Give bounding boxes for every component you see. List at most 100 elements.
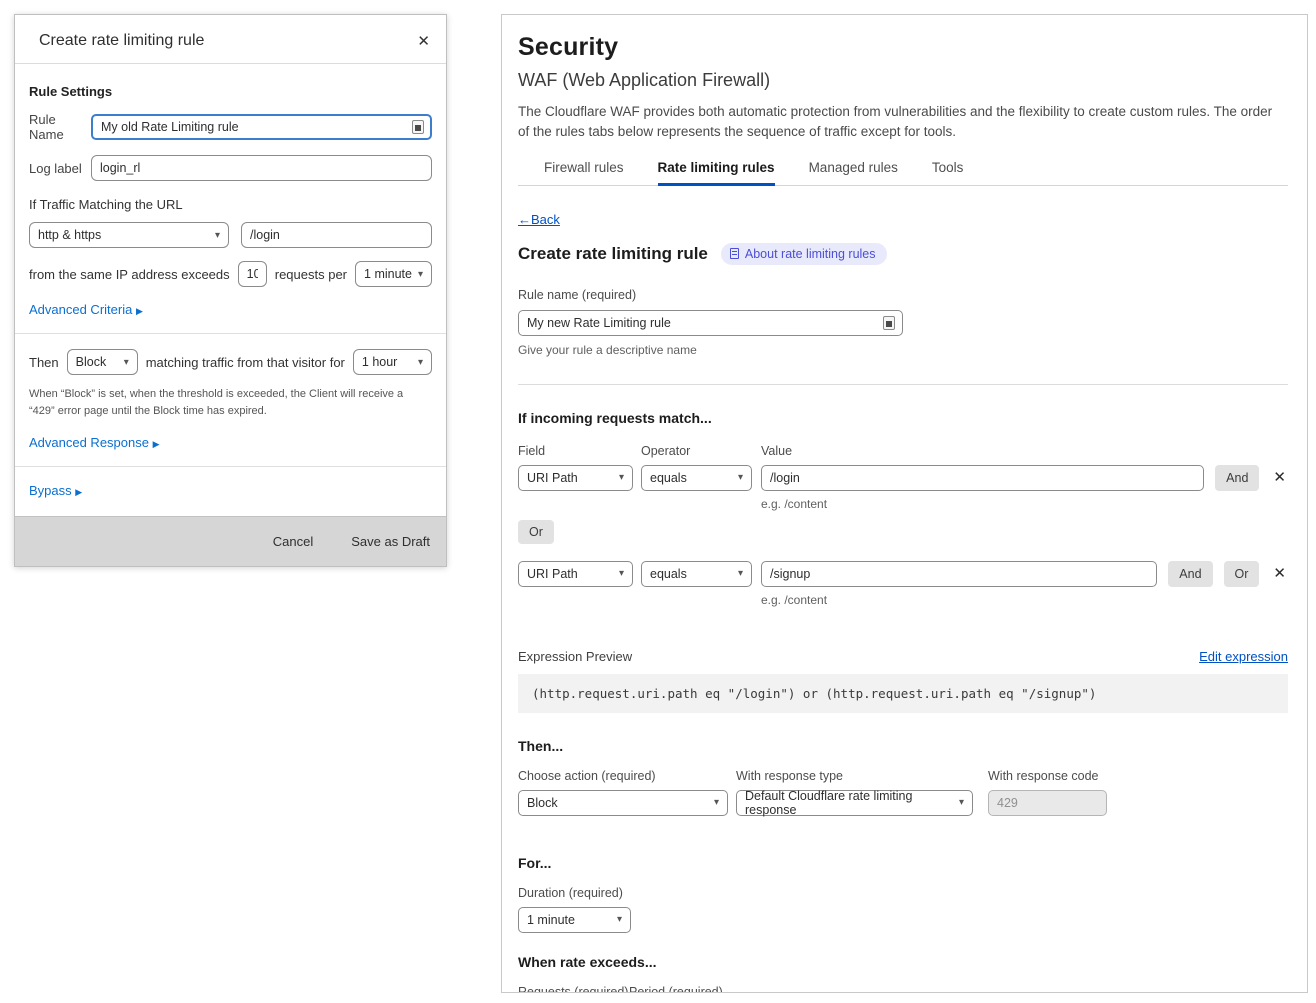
value-input[interactable]: [761, 465, 1204, 491]
password-manager-icon[interactable]: [883, 316, 895, 330]
rule-name-label: Rule Name: [29, 112, 91, 142]
action-select[interactable]: Block ▾: [67, 349, 138, 375]
arrow-left-icon: ←: [518, 212, 531, 227]
triangle-right-icon: ▶: [75, 487, 82, 497]
then-heading: Then...: [518, 738, 1288, 754]
chevron-down-icon: ▾: [738, 568, 743, 579]
response-code-label: With response code: [988, 769, 1098, 783]
value-hint: e.g. /content: [761, 497, 1204, 511]
requests-label: Requests (required): [518, 985, 629, 994]
chevron-down-icon: ▾: [418, 269, 423, 280]
rule-name-row: Rule Name: [29, 112, 432, 142]
period-label: Period (required): [629, 985, 723, 994]
chevron-down-icon: ▾: [215, 230, 220, 241]
password-manager-icon[interactable]: [412, 120, 424, 134]
waf-tabs: Firewall rules Rate limiting rules Manag…: [518, 160, 1288, 186]
remove-condition-icon[interactable]: ✕: [1271, 465, 1288, 491]
save-as-draft-button[interactable]: Save as Draft: [351, 534, 430, 549]
threshold-prefix-label: from the same IP address exceeds: [29, 267, 230, 282]
tab-tools[interactable]: Tools: [932, 160, 964, 185]
operator-select[interactable]: equals ▾: [641, 561, 752, 587]
duration-label: Duration (required): [518, 886, 1288, 900]
chevron-down-icon: ▾: [714, 797, 719, 808]
triangle-right-icon: ▶: [136, 306, 143, 316]
choose-action-label: Choose action (required): [518, 769, 736, 783]
and-button[interactable]: And: [1168, 561, 1212, 587]
security-waf-panel: Security WAF (Web Application Firewall) …: [501, 14, 1308, 993]
value-label: Value: [761, 444, 792, 458]
divider: [15, 333, 446, 334]
chevron-down-icon: ▾: [124, 357, 129, 368]
operator-label: Operator: [641, 444, 761, 458]
rule-name-input[interactable]: [91, 114, 432, 140]
and-button[interactable]: And: [1215, 465, 1259, 491]
value-hint: e.g. /content: [761, 593, 1157, 607]
advanced-response-link[interactable]: Advanced Response ▶: [29, 435, 432, 450]
then-label: Then: [29, 355, 59, 370]
expression-preview-code: (http.request.uri.path eq "/login") or (…: [518, 674, 1288, 713]
modal-header: Create rate limiting rule ✕: [15, 15, 446, 64]
tab-firewall-rules[interactable]: Firewall rules: [544, 160, 624, 185]
response-type-select[interactable]: Default Cloudflare rate limiting respons…: [736, 790, 973, 816]
block-note: When “Block” is set, when the threshold …: [29, 386, 432, 420]
log-label-row: Log label: [29, 155, 432, 181]
traffic-matching-label: If Traffic Matching the URL: [29, 197, 432, 212]
chevron-down-icon: ▾: [418, 357, 423, 368]
expression-preview-label: Expression Preview: [518, 649, 632, 664]
log-label-input[interactable]: [91, 155, 432, 181]
response-code-input: [988, 790, 1107, 816]
rule-name-input[interactable]: [518, 310, 903, 336]
about-rate-limiting-badge[interactable]: About rate limiting rules: [721, 243, 887, 265]
modal-footer: Cancel Save as Draft: [15, 516, 446, 566]
value-input[interactable]: [761, 561, 1157, 587]
for-heading: For...: [518, 855, 1288, 871]
rule-settings-heading: Rule Settings: [29, 84, 432, 99]
chevron-down-icon: ▾: [959, 797, 964, 808]
cancel-button[interactable]: Cancel: [273, 534, 313, 549]
action-select[interactable]: Block ▾: [518, 790, 728, 816]
bypass-link[interactable]: Bypass ▶: [29, 483, 432, 498]
condition-row: URI Path ▾ equals ▾ e.g. /content And ✕: [518, 465, 1288, 511]
tab-managed-rules[interactable]: Managed rules: [809, 160, 898, 185]
document-icon: [730, 248, 739, 259]
chevron-down-icon: ▾: [617, 914, 622, 925]
match-heading: If incoming requests match...: [518, 410, 1288, 426]
triangle-right-icon: ▶: [153, 439, 160, 449]
duration-select[interactable]: 1 minute ▾: [518, 907, 631, 933]
divider: [518, 384, 1288, 385]
form-title: Create rate limiting rule: [518, 244, 708, 264]
edit-expression-link[interactable]: Edit expression: [1199, 649, 1288, 664]
or-button[interactable]: Or: [1224, 561, 1260, 587]
block-duration-select[interactable]: 1 hour ▾: [353, 349, 432, 375]
tab-rate-limiting-rules[interactable]: Rate limiting rules: [658, 160, 775, 186]
then-middle-label: matching traffic from that visitor for: [146, 355, 345, 370]
page-description: The Cloudflare WAF provides both automat…: [518, 102, 1286, 143]
operator-select[interactable]: equals ▾: [641, 465, 752, 491]
response-type-label: With response type: [736, 769, 988, 783]
condition-row: URI Path ▾ equals ▾ e.g. /content And Or…: [518, 561, 1288, 607]
legacy-rate-limit-modal: Create rate limiting rule ✕ Rule Setting…: [14, 14, 447, 567]
field-label: Field: [518, 444, 641, 458]
log-label-label: Log label: [29, 161, 91, 176]
rate-heading: When rate exceeds...: [518, 954, 1288, 970]
page-title: Security: [518, 33, 1288, 62]
field-select[interactable]: URI Path ▾: [518, 561, 633, 587]
divider: [15, 466, 446, 467]
chevron-down-icon: ▾: [738, 472, 743, 483]
url-input[interactable]: [241, 222, 432, 248]
period-select[interactable]: 1 minute ▾: [355, 261, 432, 287]
rule-name-label: Rule name (required): [518, 288, 1288, 302]
threshold-input[interactable]: [238, 261, 267, 287]
or-button[interactable]: Or: [518, 520, 554, 544]
field-select[interactable]: URI Path ▾: [518, 465, 633, 491]
scheme-select[interactable]: http & https ▾: [29, 222, 229, 248]
chevron-down-icon: ▾: [619, 472, 624, 483]
back-link[interactable]: ←Back: [518, 212, 560, 227]
threshold-suffix-label: requests per: [275, 267, 347, 282]
modal-title: Create rate limiting rule: [39, 32, 204, 50]
page-subtitle: WAF (Web Application Firewall): [518, 70, 1288, 91]
close-icon[interactable]: ✕: [415, 32, 432, 50]
rule-name-hint: Give your rule a descriptive name: [518, 343, 1288, 357]
advanced-criteria-link[interactable]: Advanced Criteria ▶: [29, 302, 432, 317]
remove-condition-icon[interactable]: ✕: [1271, 561, 1288, 587]
